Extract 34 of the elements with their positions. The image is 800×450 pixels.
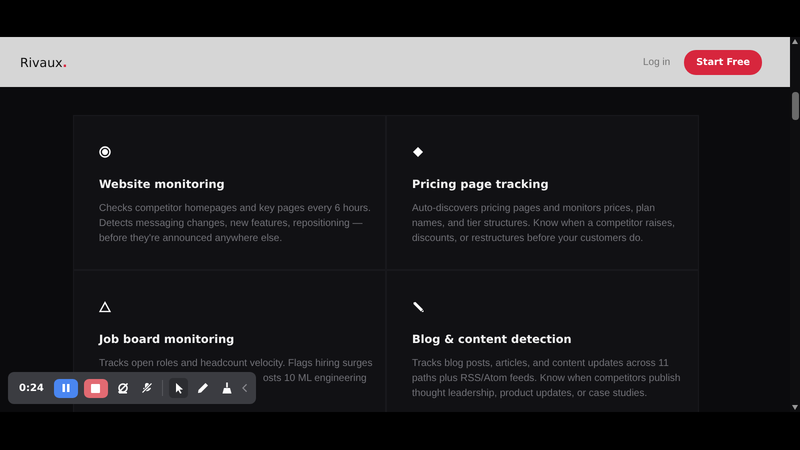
triangle-icon bbox=[99, 301, 111, 313]
feature-description: Checks competitor homepages and key pages every 6 hours. bbox=[99, 202, 372, 216]
feature-description: discounts, or restructures before your customers do. bbox=[412, 232, 644, 246]
scrollbar[interactable] bbox=[790, 37, 800, 412]
stop-button[interactable] bbox=[84, 378, 108, 398]
feature-description: Auto-discovers pricing pages and monitors prices, plan bbox=[412, 202, 656, 216]
recording-time: 0:24 bbox=[19, 382, 44, 394]
feature-description: names, and tier structures. Know when a competitor raises, bbox=[412, 217, 676, 231]
mic-off-icon bbox=[141, 382, 154, 394]
feature-description: Tracks blog posts, articles, and content updates across 11 bbox=[412, 357, 670, 371]
feature-description: thought leadership, product updates, or case studies. bbox=[412, 387, 648, 401]
feature-description: Tracks open roles and headcount velocity. Flags hiring surges bbox=[99, 357, 374, 371]
pointer-tool-button[interactable] bbox=[169, 378, 188, 398]
camera-off-icon bbox=[116, 382, 129, 394]
pause-icon bbox=[60, 383, 71, 393]
feature-title: Website monitoring bbox=[99, 178, 226, 191]
feature-title: Pricing page tracking bbox=[412, 178, 550, 191]
feature-title: Job board monitoring bbox=[99, 333, 236, 346]
feature-description: osts 10 ML engineering bbox=[262, 372, 368, 386]
pencil-icon bbox=[412, 301, 424, 313]
feature-title: Blog & content detection bbox=[412, 333, 573, 346]
pen-icon bbox=[196, 382, 209, 394]
pause-button[interactable] bbox=[54, 378, 78, 398]
diamond-icon bbox=[412, 146, 424, 158]
start-free-button[interactable]: Start Free bbox=[684, 50, 762, 74]
brand-logo[interactable]: Rivaux. bbox=[20, 54, 68, 70]
radio-dot-icon bbox=[99, 146, 111, 158]
broom-icon bbox=[221, 382, 234, 394]
feature-description: Detects messaging changes, new features, repositioning — bbox=[99, 217, 364, 231]
stop-icon bbox=[91, 384, 100, 392]
login-link[interactable]: Log in bbox=[642, 56, 670, 68]
collapse-chevron-icon[interactable] bbox=[242, 383, 248, 393]
feature-description: before they're announced anywhere else. bbox=[99, 232, 284, 246]
feature-description: paths plus RSS/Atom feeds. Know when competitors publish bbox=[412, 372, 682, 386]
